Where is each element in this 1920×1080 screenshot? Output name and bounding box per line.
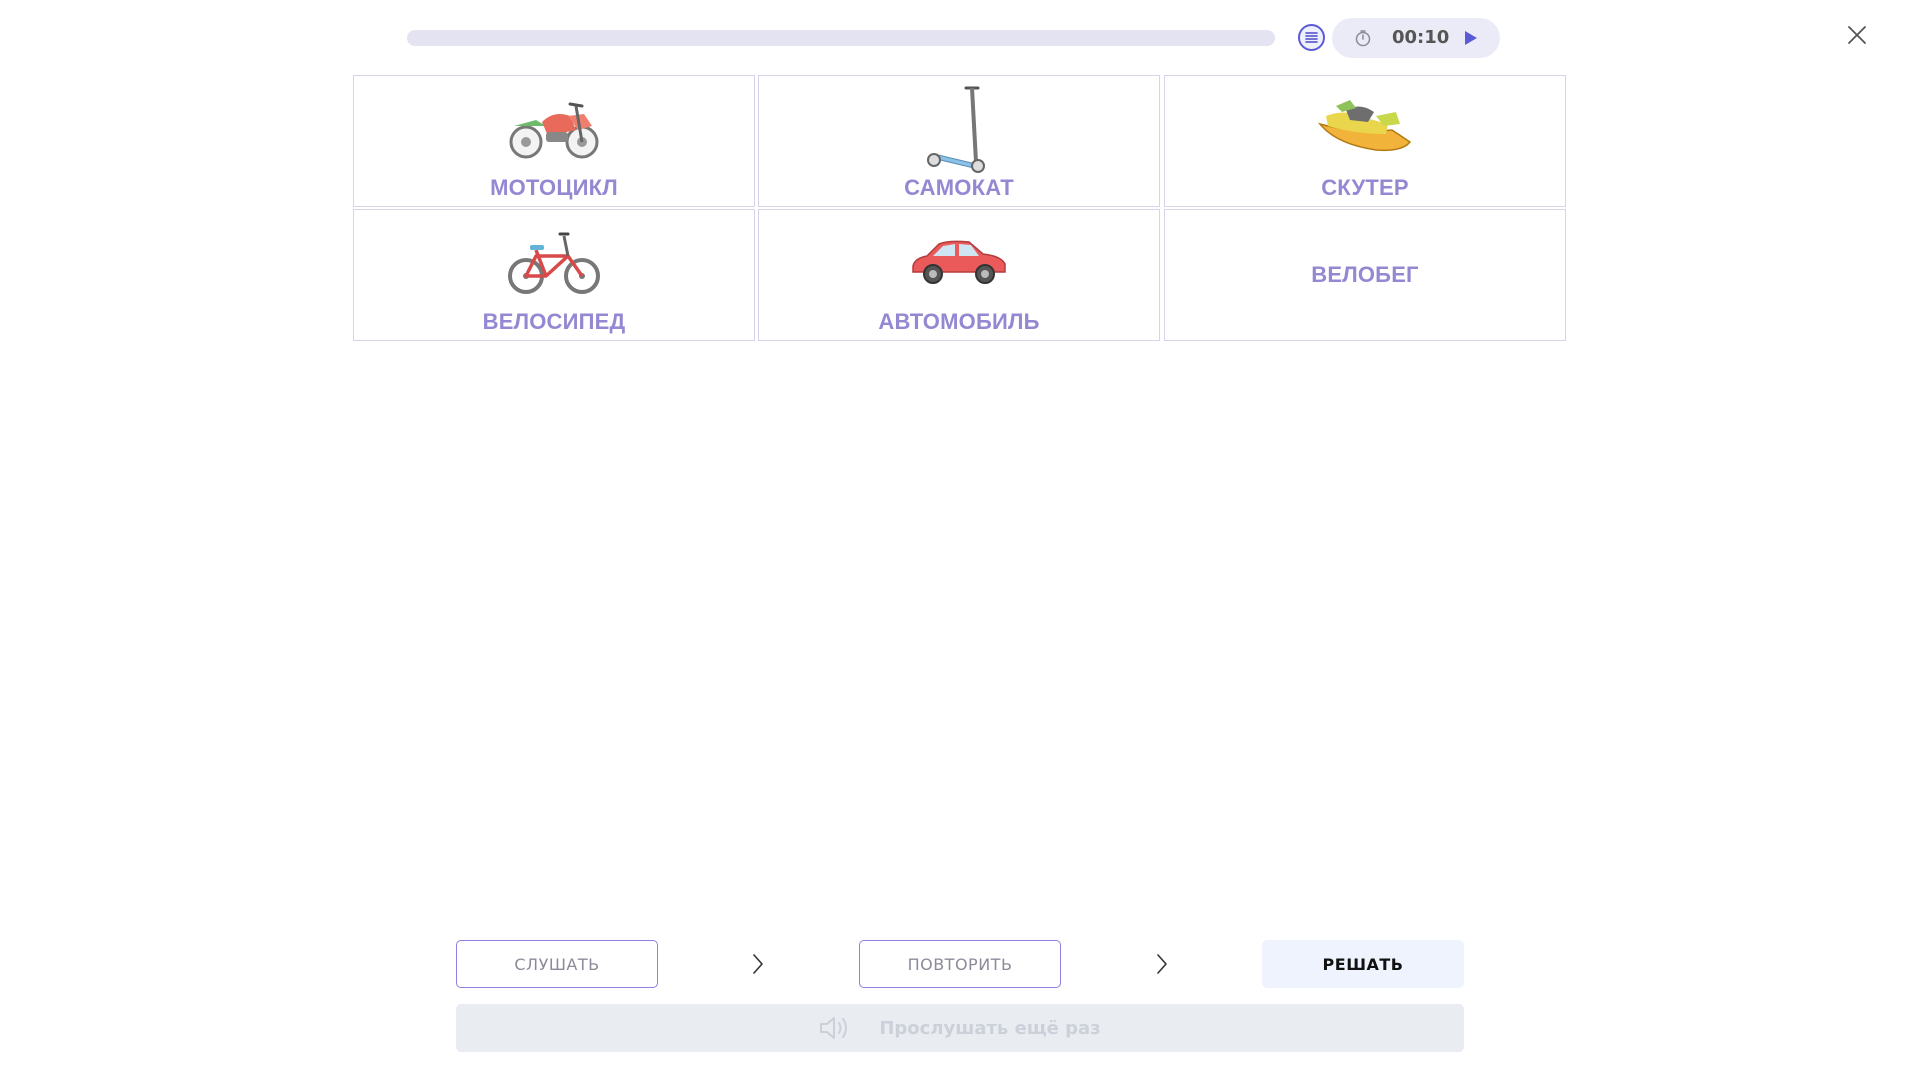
card-jet-ski[interactable]: СКУТЕР <box>1164 75 1566 207</box>
close-icon[interactable] <box>1846 24 1868 46</box>
chevron-right-icon <box>1157 954 1167 974</box>
bicycle-image <box>508 232 600 294</box>
card-motorcycle[interactable]: МОТОЦИКЛ <box>353 75 755 207</box>
listen-button[interactable]: СЛУШАТЬ <box>456 940 658 988</box>
progress-bar <box>407 30 1275 46</box>
stopwatch-icon <box>1355 30 1371 47</box>
card-label: САМОКАТ <box>904 175 1014 200</box>
chevron-right-icon <box>753 954 763 974</box>
list-button[interactable] <box>1298 24 1325 51</box>
card-car[interactable]: АВТОМОБИЛЬ <box>758 209 1160 341</box>
card-balance-bike[interactable]: ВЕЛОБЕГ <box>1164 209 1566 341</box>
card-label: ВЕЛОСИПЕД <box>482 309 626 334</box>
listen-again-button[interactable]: Прослушать ещё раз <box>456 1004 1464 1052</box>
timer-value: 00:10 <box>1392 27 1450 48</box>
timer-panel: 00:10 <box>1332 18 1500 58</box>
card-label: АВТОМОБИЛЬ <box>878 309 1040 334</box>
card-kick-scooter[interactable]: САМОКАТ <box>758 75 1160 207</box>
solve-button[interactable]: РЕШАТЬ <box>1262 940 1464 988</box>
car-image <box>912 240 1006 284</box>
card-bicycle[interactable]: ВЕЛОСИПЕД <box>353 209 755 341</box>
repeat-button[interactable]: ПОВТОРИТЬ <box>859 940 1061 988</box>
kick-scooter-image <box>927 86 985 173</box>
card-label: СКУТЕР <box>1321 175 1409 200</box>
card-label: МОТОЦИКЛ <box>490 175 618 200</box>
card-label: ВЕЛОБЕГ <box>1311 262 1419 287</box>
play-icon[interactable] <box>1460 28 1480 48</box>
motorcycle-image <box>509 102 599 159</box>
jet-ski-image <box>1317 100 1412 152</box>
listen-again-label: Прослушать ещё раз <box>879 1017 1101 1039</box>
list-icon <box>1305 32 1318 43</box>
speaker-icon <box>820 1017 848 1039</box>
